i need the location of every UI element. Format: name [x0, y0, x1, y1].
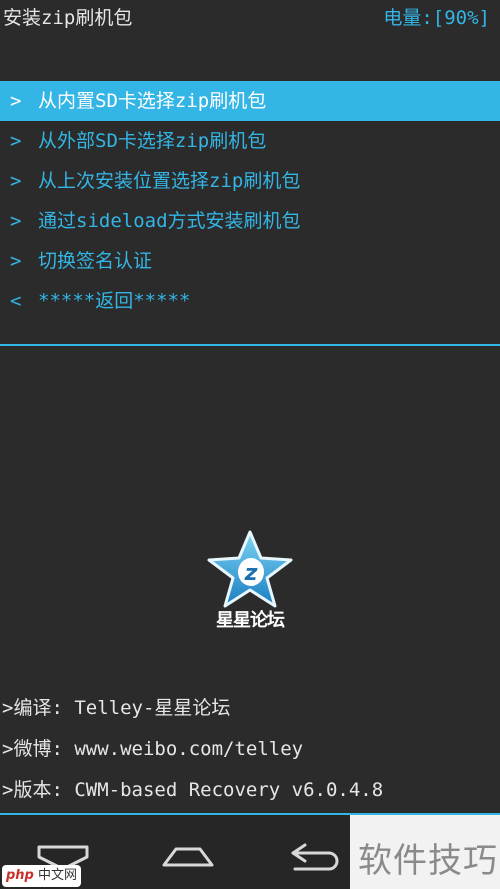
site-badge: php 中文网	[2, 865, 82, 887]
menu-item-label: 通过sideload方式安装刷机包	[38, 210, 301, 232]
star-z-logo-icon: z	[207, 530, 293, 608]
menu-item-label: *****返回*****	[38, 290, 191, 312]
install-menu: > 从内置SD卡选择zip刷机包 > 从外部SD卡选择zip刷机包 > 从上次安装位置…	[0, 81, 500, 321]
menu-arrow: >	[10, 170, 22, 192]
menu-item-last-location[interactable]: > 从上次安装位置选择zip刷机包	[0, 161, 500, 201]
menu-item-go-back[interactable]: < *****返回*****	[0, 281, 500, 321]
version-info: >版本: CWM-based Recovery v6.0.4.8	[2, 779, 384, 801]
menu-item-label: 从外部SD卡选择zip刷机包	[38, 130, 267, 152]
menu-item-external-sd[interactable]: > 从外部SD卡选择zip刷机包	[0, 121, 500, 161]
badge-php: php	[6, 868, 34, 883]
menu-arrow: >	[10, 130, 22, 152]
logo-caption: 星星论坛	[216, 610, 285, 631]
menu-item-label: 切换签名认证	[38, 250, 153, 272]
header-bar: 安装zip刷机包 电量:[90%]	[0, 0, 500, 30]
menu-item-internal-sd[interactable]: > 从内置SD卡选择zip刷机包	[0, 81, 500, 121]
badge-site: 中文网	[38, 868, 78, 883]
menu-item-label: 从上次安装位置选择zip刷机包	[38, 170, 301, 192]
page-title: 安装zip刷机包	[3, 7, 133, 29]
forum-logo: z 星星论坛	[205, 530, 295, 631]
menu-divider	[0, 344, 500, 346]
battery-status: 电量:[90%]	[383, 7, 490, 29]
menu-item-label: 从内置SD卡选择zip刷机包	[38, 90, 267, 112]
back-button[interactable]	[285, 835, 345, 875]
menu-arrow: >	[10, 210, 22, 232]
watermark-panel: 软件技巧	[350, 815, 500, 889]
back-icon	[291, 843, 339, 871]
menu-item-toggle-signature[interactable]: > 切换签名认证	[0, 241, 500, 281]
back-arrow: <	[10, 290, 22, 312]
menu-arrow: >	[10, 250, 22, 272]
weibo-info: >微博: www.weibo.com/telley	[2, 738, 304, 760]
recovery-screen: 安装zip刷机包 电量:[90%] > 从内置SD卡选择zip刷机包 > 从外部SD…	[0, 0, 500, 889]
menu-arrow: >	[10, 90, 22, 112]
menu-icon	[162, 847, 214, 867]
menu-item-sideload[interactable]: > 通过sideload方式安装刷机包	[0, 201, 500, 241]
translator-info: >编译: Telley-星星论坛	[2, 697, 231, 719]
svg-text:z: z	[244, 561, 258, 586]
menu-button[interactable]	[158, 835, 218, 875]
watermark-text: 软件技巧	[358, 841, 498, 881]
